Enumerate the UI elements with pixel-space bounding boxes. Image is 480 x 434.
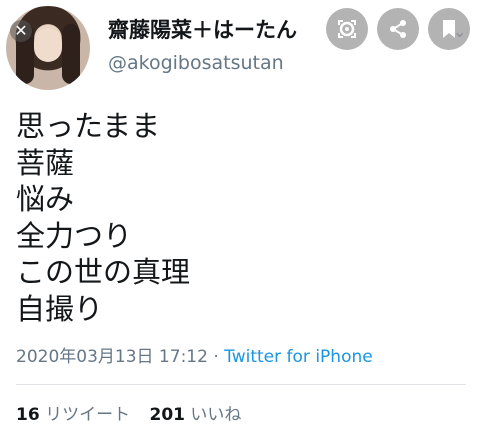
tweet-text: 思ったまま 菩薩 悩み 全力つり この世の真理 自撮り	[16, 108, 190, 328]
like-label[interactable]: いいね	[190, 405, 241, 425]
tweet-line: 菩薩	[16, 145, 75, 180]
display-name[interactable]: 齋藤陽菜＋はーたん	[108, 14, 297, 44]
tweet-meta: 2020年03月13日 17:12 · Twitter for iPhone	[16, 342, 373, 367]
tweet-line: 全力つり	[16, 218, 133, 253]
tweet-line: 自撮り	[16, 291, 104, 326]
avatar-face	[34, 28, 62, 62]
chevron-down-icon[interactable]: ⌄	[453, 22, 466, 41]
close-icon[interactable]: ✕	[10, 20, 32, 42]
retweet-count[interactable]: 16	[16, 405, 40, 425]
lens-button[interactable]	[326, 8, 368, 50]
tweet-line: この世の真理	[16, 255, 191, 290]
user-handle[interactable]: @akogibosatsutan	[108, 52, 284, 74]
like-count[interactable]: 201	[149, 405, 185, 425]
avatar-hair-right	[62, 24, 80, 84]
share-button[interactable]	[377, 8, 419, 50]
timestamp[interactable]: 2020年03月13日 17:12	[16, 347, 208, 367]
tweet-line: 悩み	[16, 182, 75, 217]
source-link[interactable]: Twitter for iPhone	[224, 347, 373, 367]
tweet-stats: 16 リツイート 201 いいね	[16, 400, 241, 425]
tweet-line: 思ったまま	[16, 109, 161, 143]
divider	[16, 384, 466, 385]
retweet-label[interactable]: リツイート	[45, 405, 130, 425]
avatar[interactable]	[6, 6, 90, 90]
meta-separator: ·	[207, 347, 225, 367]
lens-icon	[338, 20, 356, 38]
share-icon	[390, 20, 406, 38]
